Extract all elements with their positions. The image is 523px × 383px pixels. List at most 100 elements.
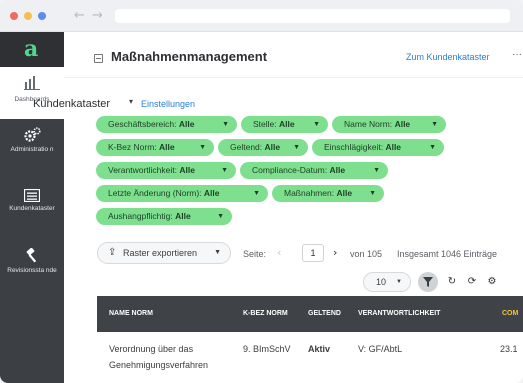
sidebar-item-label: Administratio n [10, 146, 54, 153]
filter-label: Aushangpflichtig: [108, 211, 173, 221]
filter-label: Maßnahmen: [284, 188, 335, 198]
filter-label: Name Norm: [344, 119, 393, 129]
chevron-down-icon: ▼ [373, 167, 380, 174]
customer-register-link[interactable]: Zum Kundenkataster [406, 52, 490, 62]
browser-titlebar: ← → [0, 0, 523, 32]
filter-value: Alle [175, 211, 191, 221]
chevron-right-icon[interactable]: › [333, 246, 337, 259]
total-entries-label: Insgesamt 1046 Einträge [397, 249, 498, 259]
chevron-down-icon: ▼ [369, 190, 376, 197]
filter-value: Alle [329, 165, 346, 175]
filter-label: Compliance-Datum: [252, 165, 328, 175]
filter-value: Alle [385, 142, 402, 152]
refresh-icon[interactable]: ↻ [442, 272, 462, 292]
kataster-title[interactable]: Kundenkataster [33, 98, 110, 110]
filter-label: Verantwortlichkeit: [108, 165, 177, 175]
export-label: Raster exportieren [123, 248, 198, 258]
filter-value: Alle [279, 119, 295, 129]
chevron-down-icon: ▼ [217, 213, 224, 220]
filter-name-norm[interactable]: Name Norm: Alle ▼ [332, 116, 446, 133]
column-header[interactable]: VERANTWORTLICHKEIT [358, 310, 440, 317]
filter-label: Geltend: [230, 142, 263, 152]
cell-verantwortlichkeit: V: GF/AbtL [358, 344, 403, 354]
sidebar-item-administration[interactable]: Administratio n [0, 120, 64, 180]
page-header: Maßnahmenmanagement Zum Kundenkataster ·… [64, 32, 523, 78]
sidebar-item-dashboards[interactable]: Dashboards [0, 67, 64, 119]
logo-glyph: a [24, 36, 39, 62]
chevron-left-icon[interactable]: ‹ [277, 246, 281, 259]
settings-gear-icon[interactable]: ⚙ [482, 272, 502, 292]
filter-value: Alle [336, 188, 353, 198]
forward-arrow-icon[interactable]: → [92, 8, 103, 23]
app-logo[interactable]: a [0, 32, 64, 67]
sidebar: a Dashboards Administratio n Kundenkatas… [0, 32, 64, 383]
cell-kbez-norm: 9. BImSchV [243, 344, 291, 354]
column-header[interactable]: GELTEND [308, 310, 341, 317]
page-label: Seite: [243, 249, 267, 259]
bar-chart-icon [0, 67, 64, 90]
column-header[interactable]: COM [502, 310, 518, 317]
filter-value: Alle [264, 142, 281, 152]
menu-icon[interactable] [94, 54, 103, 63]
chevron-down-icon: ▼ [396, 279, 402, 285]
filter-value: Alle [178, 119, 195, 129]
table-header: NAME NORM K-BEZ NORM GELTEND VERANTWORTL… [97, 296, 523, 332]
page-title: Maßnahmenmanagement [111, 49, 268, 64]
back-arrow-icon[interactable]: ← [74, 8, 85, 23]
filter-label: Geschäftsbereich: [108, 119, 177, 129]
filter-einschlaegigkeit[interactable]: Einschlägigkeit: Alle ▼ [312, 139, 444, 156]
page-of-label: von 105 [350, 249, 383, 259]
cell-geltend: Aktiv [308, 344, 331, 354]
export-icon: ⇪ [108, 247, 117, 258]
close-window-button[interactable] [10, 12, 18, 20]
chevron-down-icon[interactable]: ▾ [129, 97, 133, 106]
filter-label: Letzte Änderung (Norm): [108, 188, 202, 198]
filter-label: Stelle: [253, 119, 277, 129]
minimize-window-button[interactable] [24, 12, 32, 20]
filter-label: K-Bez Norm: [108, 142, 157, 152]
zoom-window-button[interactable] [38, 12, 46, 20]
filter-geltend[interactable]: Geltend: Alle ▼ [218, 139, 308, 156]
chevron-down-icon: ▼ [214, 249, 221, 256]
filter-value: Alle [394, 119, 411, 129]
filter-massnahmen[interactable]: Maßnahmen: Alle ▼ [272, 185, 384, 202]
chevron-down-icon: ▼ [253, 190, 260, 197]
filter-letzte-aenderung[interactable]: Letzte Änderung (Norm): Alle ▼ [96, 185, 268, 202]
app-window: ← → a Dashboards Administratio n Kundenk… [0, 0, 523, 383]
sync-icon[interactable]: ⟳ [462, 272, 482, 292]
chevron-down-icon: ▼ [431, 121, 438, 128]
filter-kbez-norm[interactable]: K-Bez Norm: Alle ▼ [96, 139, 214, 156]
column-header[interactable]: K-BEZ NORM [243, 310, 288, 317]
filter-aushangpflichtig[interactable]: Aushangpflichtig: Alle ▼ [96, 208, 232, 225]
list-icon [0, 182, 64, 202]
column-header[interactable]: NAME NORM [109, 310, 153, 317]
page-size-value: 10 [376, 277, 387, 287]
filter-verantwortlichkeit[interactable]: Verantwortlichkeit: Alle ▼ [96, 162, 236, 179]
chevron-down-icon: ▼ [313, 121, 320, 128]
chevron-down-icon: ▼ [293, 144, 300, 151]
filter-value: Alle [179, 165, 195, 175]
chevron-down-icon: ▼ [221, 167, 228, 174]
page-number-input[interactable]: 1 [302, 244, 324, 262]
sidebar-item-revisionsstaende[interactable]: Revisionssta nde [0, 242, 64, 302]
filter-compliance-datum[interactable]: Compliance-Datum: Alle ▼ [240, 162, 388, 179]
address-bar[interactable] [115, 9, 510, 23]
chevron-down-icon: ▼ [199, 144, 206, 151]
filter-icon[interactable] [418, 272, 438, 292]
filter-label: Einschlägigkeit: [324, 142, 384, 152]
sidebar-item-kundenkataster[interactable]: Kundenkataster [0, 182, 64, 237]
more-icon[interactable]: ··· [512, 49, 522, 60]
sidebar-item-label: Kundenkataster [9, 205, 55, 212]
filter-geschaeftsbereich[interactable]: Geschäftsbereich: Alle ▼ [96, 116, 237, 133]
filter-stelle[interactable]: Stelle: Alle ▼ [241, 116, 328, 133]
settings-link[interactable]: Einstellungen [141, 99, 195, 109]
cell-compliance: 23.1 [500, 344, 518, 354]
page-size-select[interactable]: 10 ▼ [363, 272, 411, 292]
cell-name-norm: Verordnung über das [109, 344, 194, 354]
chevron-down-icon: ▼ [222, 121, 229, 128]
sidebar-item-label: Revisionssta nde [7, 267, 57, 274]
export-grid-button[interactable]: ⇪ Raster exportieren ▼ [97, 242, 231, 264]
filter-value: Alle [159, 142, 175, 152]
gears-icon [0, 120, 64, 143]
gavel-icon [0, 242, 64, 264]
